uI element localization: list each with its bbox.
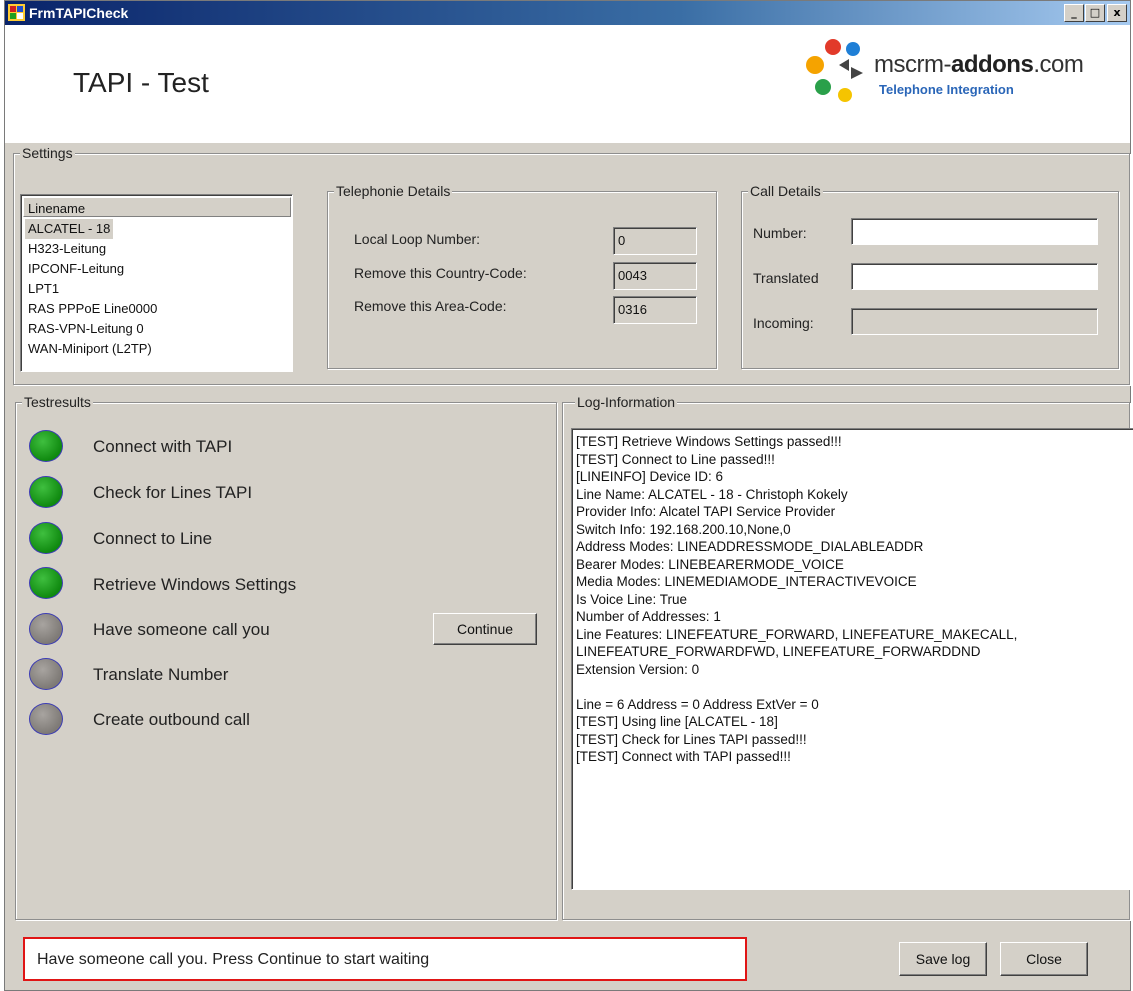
window-title: FrmTAPICheck bbox=[29, 5, 129, 21]
incoming-field[interactable] bbox=[851, 308, 1098, 335]
main-window: FrmTAPICheck _ □ x TAPI - Test mscrm-add… bbox=[4, 0, 1133, 991]
log-line: Number of Addresses: 1 bbox=[576, 609, 721, 624]
local-loop-label: Local Loop Number: bbox=[354, 231, 481, 247]
close-window-button[interactable]: x bbox=[1107, 4, 1127, 22]
brand-suffix: .com bbox=[1033, 51, 1084, 78]
save-log-button[interactable]: Save log bbox=[899, 942, 987, 976]
list-item[interactable]: ALCATEL - 18 bbox=[25, 219, 114, 239]
log-line: [TEST] Connect to Line passed!!! bbox=[576, 451, 775, 467]
brand-tagline: Telephone Integration bbox=[879, 82, 1014, 97]
page-title: TAPI - Test bbox=[73, 67, 209, 98]
line-listbox[interactable]: Linename ALCATEL - 18 H323-Leitung IPCON… bbox=[20, 194, 293, 372]
log-line: Line Features: LINEFEATURE_FORWARD, LINE… bbox=[576, 626, 1018, 642]
status-led-icon bbox=[29, 567, 63, 599]
step-label: Connect with TAPI bbox=[93, 437, 233, 456]
status-led-icon bbox=[29, 476, 63, 508]
log-line: [TEST] Check for Lines TAPI passed!!! bbox=[576, 731, 807, 747]
listbox-column-header[interactable]: Linename bbox=[23, 197, 291, 217]
log-line: Is Voice Line: True bbox=[576, 591, 688, 607]
log-line: [TEST] Connect with TAPI passed!!! bbox=[576, 749, 791, 764]
step-label: Create outbound call bbox=[93, 710, 250, 729]
country-code-field[interactable]: 0043 bbox=[613, 262, 697, 290]
log-line: Media Modes: LINEMEDIAMODE_INTERACTIVEVO… bbox=[576, 574, 917, 589]
log-line: [TEST] Using line [ALCATEL - 18] bbox=[576, 714, 778, 729]
testresults-group: Testresults bbox=[15, 394, 557, 920]
log-line: Line = 6 Address = 0 Address ExtVer = 0 bbox=[576, 696, 819, 712]
brand-name: mscrm-addons.com bbox=[874, 51, 1084, 79]
number-field[interactable] bbox=[851, 218, 1098, 245]
step-label: Translate Number bbox=[93, 665, 229, 684]
step-label: Retrieve Windows Settings bbox=[93, 575, 297, 594]
local-loop-field[interactable]: 0 bbox=[613, 227, 697, 255]
continue-button[interactable]: Continue bbox=[433, 613, 537, 645]
line-list: ALCATEL - 18 H323-Leitung IPCONF-Leitung… bbox=[25, 219, 160, 359]
list-item[interactable]: WAN-Miniport (L2TP) bbox=[25, 339, 160, 359]
number-label: Number: bbox=[753, 225, 807, 241]
translated-label: Translated bbox=[753, 270, 819, 286]
log-line: Bearer Modes: LINEBEARERMODE_VOICE bbox=[576, 556, 844, 572]
step-label: Check for Lines TAPI bbox=[93, 483, 253, 502]
minimize-button[interactable]: _ bbox=[1064, 4, 1084, 22]
status-message: Have someone call you. Press Continue to… bbox=[23, 937, 747, 981]
log-line: Switch Info: 192.168.200.10,None,0 bbox=[576, 521, 791, 537]
app-icon bbox=[8, 4, 25, 21]
country-code-label: Remove this Country-Code: bbox=[354, 265, 527, 281]
list-item[interactable]: RAS-VPN-Leitung 0 bbox=[25, 319, 160, 339]
log-label: Log-Information bbox=[575, 394, 678, 410]
log-line: [LINEINFO] Device ID: 6 bbox=[576, 469, 724, 484]
settings-label: Settings bbox=[20, 145, 75, 161]
step-label: Connect to Line bbox=[93, 529, 213, 548]
status-led-icon bbox=[29, 430, 63, 462]
status-led-icon bbox=[29, 522, 63, 554]
status-led-icon bbox=[29, 658, 63, 690]
log-line: Line Name: ALCATEL - 18 - Christoph Koke… bbox=[576, 486, 848, 502]
telephony-details-label: Telephonie Details bbox=[334, 183, 453, 199]
close-button[interactable]: Close bbox=[1000, 942, 1088, 976]
title-bar[interactable]: FrmTAPICheck _ □ x bbox=[5, 1, 1130, 25]
list-item[interactable]: RAS PPPoE Line0000 bbox=[25, 299, 160, 319]
call-details-label: Call Details bbox=[748, 183, 823, 199]
status-led-icon bbox=[29, 703, 63, 735]
log-line: [TEST] Retrieve Windows Settings passed!… bbox=[576, 434, 842, 449]
brand-bold: addons bbox=[950, 51, 1034, 78]
log-line: LINEFEATURE_FORWARDFWD, LINEFEATURE_FORW… bbox=[576, 644, 981, 659]
log-textarea[interactable]: [TEST] Retrieve Windows Settings passed!… bbox=[571, 428, 1133, 890]
log-line: Extension Version: 0 bbox=[576, 661, 700, 677]
area-code-label: Remove this Area-Code: bbox=[354, 298, 507, 314]
log-line: Address Modes: LINEADDRESSMODE_DIALABLEA… bbox=[576, 539, 924, 554]
testresults-label: Testresults bbox=[22, 394, 93, 410]
status-led-icon bbox=[29, 613, 63, 645]
incoming-label: Incoming: bbox=[753, 315, 814, 331]
maximize-button[interactable]: □ bbox=[1085, 4, 1105, 22]
list-item[interactable]: H323-Leitung bbox=[25, 239, 160, 259]
log-line: Provider Info: Alcatel TAPI Service Prov… bbox=[576, 504, 836, 519]
list-item[interactable]: LPT1 bbox=[25, 279, 160, 299]
brand-prefix: mscrm- bbox=[874, 51, 951, 78]
translated-field[interactable] bbox=[851, 263, 1098, 290]
area-code-field[interactable]: 0316 bbox=[613, 296, 697, 324]
step-label: Have someone call you bbox=[93, 620, 270, 639]
list-item[interactable]: IPCONF-Leitung bbox=[25, 259, 160, 279]
